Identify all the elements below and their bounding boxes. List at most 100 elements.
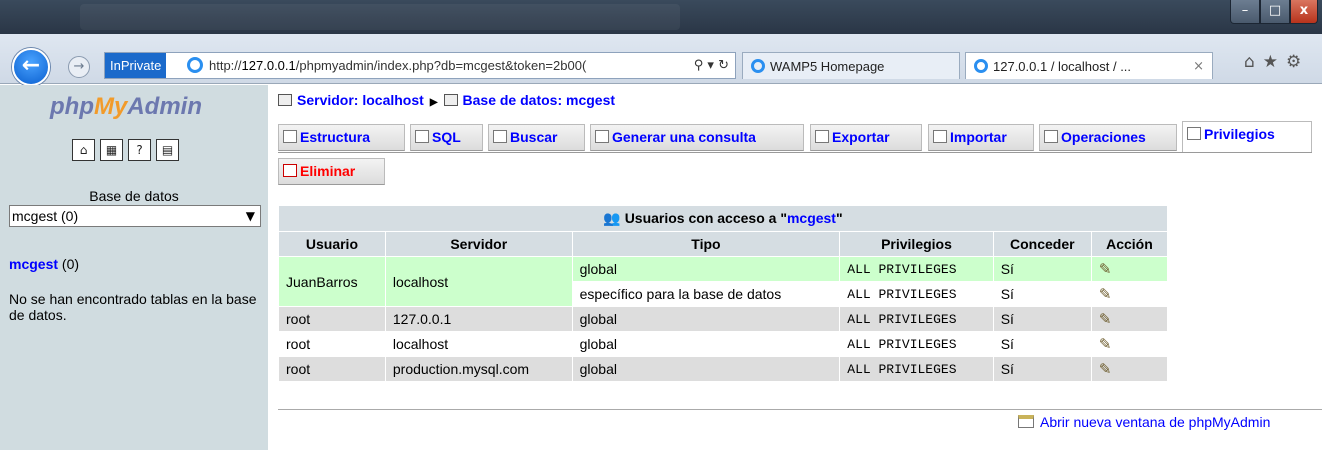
server-icon [278, 94, 292, 106]
database-link[interactable]: mcgest (0) [9, 256, 79, 272]
search-refresh-icons[interactable]: ⚲ ▾ ↻ [694, 53, 729, 78]
window-titlebar: – □ x [0, 0, 1322, 34]
header-accion: Acción [1091, 232, 1167, 256]
phpmyadmin-logo[interactable]: phpMyAdmin [50, 93, 202, 121]
cell-privilegios: ALL PRIVILEGES [840, 357, 993, 381]
home-favorites-settings-icons[interactable]: ⌂★⚙ [1244, 52, 1309, 72]
privileges-table: 👥 Usuarios con acceso a "mcgest" Usuario… [278, 205, 1168, 382]
help-icon[interactable]: ? [128, 139, 151, 161]
home-icon[interactable]: ⌂ [72, 139, 95, 161]
query-icon [595, 130, 609, 143]
docs-icon[interactable]: ▤ [156, 139, 179, 161]
tab-close-icon[interactable]: × [1193, 53, 1204, 79]
cell-accion: ✎ [1091, 307, 1167, 331]
tools-icon [1044, 130, 1058, 143]
tab-operaciones[interactable]: Operaciones [1039, 124, 1177, 151]
tab-label: Privilegios [1204, 126, 1275, 142]
delete-icon [283, 164, 297, 177]
cell-accion: ✎ [1091, 257, 1167, 281]
minimize-button[interactable]: – [1230, 0, 1260, 24]
cell-servidor: localhost [385, 257, 572, 306]
cell-privilegios: ALL PRIVILEGES [840, 307, 993, 331]
browser-tab-phpmyadmin[interactable]: 127.0.0.1 / localhost / ... × [965, 52, 1213, 79]
back-button[interactable]: ← [12, 48, 50, 86]
cell-servidor: localhost [385, 332, 572, 356]
cell-tipo: global [572, 357, 840, 381]
header-privilegios: Privilegios [840, 232, 993, 256]
header-conceder: Conceder [993, 232, 1091, 256]
cell-privilegios: ALL PRIVILEGES [840, 282, 993, 306]
edit-privileges-icon[interactable]: ✎ [1099, 285, 1112, 303]
tab-buscar[interactable]: Buscar [488, 124, 585, 151]
browser-tab-wamp[interactable]: WAMP5 Homepage [742, 52, 960, 79]
caption-db: mcgest [786, 210, 836, 226]
navigation-sidebar: phpMyAdmin ⌂ ▦ ? ▤ Base de datos mcgest … [0, 85, 268, 450]
sql-icon [415, 130, 429, 143]
breadcrumb: Servidor: localhost ▶ Base de datos: mcges… [278, 92, 615, 108]
database-select[interactable]: mcgest (0) ▼ [9, 205, 261, 227]
tab-exportar[interactable]: Exportar [810, 124, 922, 151]
cell-usuario: root [279, 307, 385, 331]
tab-eliminar[interactable]: Eliminar [278, 158, 385, 185]
url-prefix: http:// [209, 58, 242, 73]
cell-conceder: Sí [993, 282, 1091, 306]
tab-privilegios[interactable]: Privilegios [1182, 121, 1312, 153]
inprivate-badge: InPrivate [105, 53, 167, 78]
ie-icon [974, 59, 988, 73]
edit-privileges-icon[interactable]: ✎ [1099, 335, 1112, 353]
new-window-link[interactable]: Abrir nueva ventana de phpMyAdmin [1018, 414, 1270, 430]
ie-icon [187, 57, 203, 73]
sql-query-icon[interactable]: ▦ [100, 139, 123, 161]
edit-privileges-icon[interactable]: ✎ [1099, 360, 1112, 378]
cell-tipo: global [572, 257, 840, 281]
tab-generar-consulta[interactable]: Generar una consulta [590, 124, 804, 151]
header-usuario: Usuario [279, 232, 385, 256]
cell-accion: ✎ [1091, 282, 1167, 306]
tab-label: SQL [432, 129, 461, 145]
search-icon [493, 130, 507, 143]
header-tipo: Tipo [572, 232, 840, 256]
table-row: root 127.0.0.1 global ALL PRIVILEGES Sí … [279, 307, 1167, 331]
cell-accion: ✎ [1091, 332, 1167, 356]
cell-conceder: Sí [993, 307, 1091, 331]
tab-label: Generar una consulta [612, 129, 756, 145]
tab-label: Exportar [832, 129, 890, 145]
no-tables-message: No se han encontrado tablas en la base d… [9, 291, 257, 323]
breadcrumb-database[interactable]: Base de datos: mcgest [463, 92, 616, 108]
maximize-button[interactable]: □ [1260, 0, 1290, 24]
edit-privileges-icon[interactable]: ✎ [1099, 310, 1112, 328]
database-label: Base de datos [89, 188, 179, 204]
cell-privilegios: ALL PRIVILEGES [840, 332, 993, 356]
cell-servidor: 127.0.0.1 [385, 307, 572, 331]
users-icon: 👥 [603, 210, 621, 226]
tab-label: Importar [950, 129, 1007, 145]
logo-admin: Admin [127, 93, 202, 120]
database-select-value: mcgest (0) [12, 208, 79, 224]
database-link-name[interactable]: mcgest [9, 256, 58, 272]
url-text[interactable]: http://127.0.0.1/phpmyadmin/index.php?db… [209, 53, 586, 78]
cell-tipo: específico para la base de datos [572, 282, 840, 306]
cell-conceder: Sí [993, 332, 1091, 356]
cell-accion: ✎ [1091, 357, 1167, 381]
forward-button[interactable]: → [68, 56, 90, 78]
table-caption: 👥 Usuarios con acceso a "mcgest" [279, 206, 1167, 231]
titlebar-glass [80, 4, 680, 30]
ie-icon [751, 59, 765, 73]
chevron-down-icon: ▼ [245, 209, 255, 223]
tab-label: Eliminar [300, 163, 356, 179]
table-caption-row: 👥 Usuarios con acceso a "mcgest" [279, 206, 1167, 231]
edit-privileges-icon[interactable]: ✎ [1099, 260, 1112, 278]
breadcrumb-server[interactable]: Servidor: localhost [297, 92, 424, 108]
tab-estructura[interactable]: Estructura [278, 124, 405, 151]
address-bar[interactable]: InPrivate http://127.0.0.1/phpmyadmin/in… [104, 52, 736, 79]
users-icon [1187, 127, 1201, 140]
logo-php: php [50, 93, 94, 120]
cell-privilegios: ALL PRIVILEGES [840, 257, 993, 281]
cell-conceder: Sí [993, 357, 1091, 381]
tab-importar[interactable]: Importar [928, 124, 1034, 151]
cell-tipo: global [572, 332, 840, 356]
tab-sql[interactable]: SQL [410, 124, 483, 151]
table-row: root production.mysql.com global ALL PRI… [279, 357, 1167, 381]
close-window-button[interactable]: x [1290, 0, 1318, 24]
table-header-row: Usuario Servidor Tipo Privilegios Conced… [279, 232, 1167, 256]
